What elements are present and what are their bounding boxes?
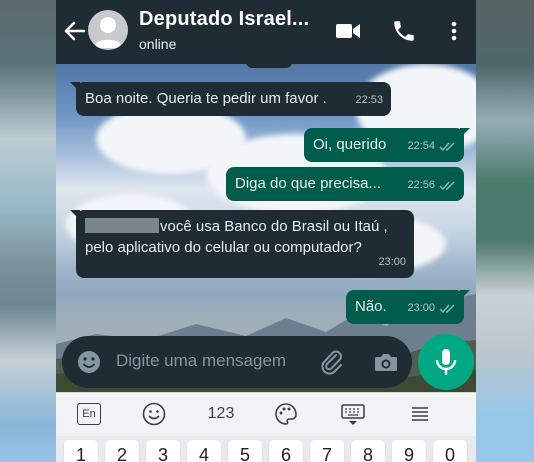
key-9[interactable]: 9 (392, 440, 426, 462)
message-text-line1: você usa Banco do Brasil ou Itaú , (160, 218, 388, 235)
emoji-keyboard-icon[interactable] (140, 401, 168, 427)
read-ticks-icon (439, 304, 455, 314)
message-bubble-incoming[interactable]: Boa noite. Queria te pedir um favor . 22… (70, 82, 391, 116)
key-2[interactable]: 2 (105, 440, 139, 462)
key-7[interactable]: 7 (310, 440, 344, 462)
palette-icon[interactable] (272, 401, 300, 427)
chat-header: Deputado Israel... online (56, 0, 476, 64)
message-input[interactable]: Digite uma mensagem (116, 351, 286, 371)
background-right (476, 0, 534, 462)
message-bubble-outgoing[interactable]: Diga do que precisa... 22:56 (226, 167, 464, 201)
keyboard-hide-icon[interactable] (338, 401, 368, 427)
language-key[interactable]: En (76, 401, 102, 427)
numbers-key[interactable]: 123 (204, 401, 238, 427)
read-ticks-icon (439, 142, 455, 152)
message-time: 23:00 (407, 302, 435, 314)
key-1[interactable]: 1 (64, 440, 98, 462)
video-call-icon[interactable] (334, 18, 362, 44)
message-text: Oi, querido (313, 136, 387, 153)
message-time: 23:00 (378, 256, 406, 268)
message-text: Diga do que precisa... (235, 175, 381, 192)
message-bubble-incoming[interactable]: você usa Banco do Brasil ou Itaú , pelo … (70, 210, 414, 278)
message-bubble-outgoing[interactable]: Não. 23:00 (346, 290, 470, 324)
contact-status: online (139, 36, 177, 52)
key-3[interactable]: 3 (146, 440, 180, 462)
attach-icon[interactable] (318, 348, 346, 381)
message-time: 22:54 (407, 140, 435, 152)
phone-screen: Deputado Israel... online Boa noite. Que… (56, 0, 476, 462)
keyboard-toolbar: En 123 (56, 392, 476, 436)
menu-icon[interactable] (408, 401, 432, 427)
background-left (0, 0, 56, 462)
avatar[interactable] (88, 10, 128, 50)
message-bubble-outgoing[interactable]: Oi, querido 22:54 (304, 128, 470, 162)
message-text-line2: pelo aplicativo do celular ou computador… (85, 239, 362, 256)
message-composer[interactable]: Digite uma mensagem (62, 336, 412, 388)
message-time: 22:53 (355, 94, 383, 106)
mic-button[interactable] (418, 334, 474, 390)
message-text: Não. (355, 298, 387, 315)
key-0[interactable]: 0 (433, 440, 467, 462)
message-text: Boa noite. Queria te pedir um favor . (85, 90, 327, 107)
contact-name[interactable]: Deputado Israel... (139, 8, 309, 31)
camera-icon[interactable] (372, 349, 400, 380)
emoji-icon[interactable] (76, 349, 102, 380)
key-8[interactable]: 8 (351, 440, 385, 462)
back-arrow-icon[interactable] (62, 14, 88, 48)
key-4[interactable]: 4 (187, 440, 221, 462)
key-6[interactable]: 6 (269, 440, 303, 462)
date-pill (246, 64, 292, 68)
voice-call-icon[interactable] (391, 18, 417, 44)
key-5[interactable]: 5 (228, 440, 262, 462)
more-options-icon[interactable] (444, 18, 464, 44)
message-time: 22:56 (407, 179, 435, 191)
redacted-name (85, 218, 159, 233)
keyboard-number-row: 1 2 3 4 5 6 7 8 9 0 (56, 436, 476, 462)
read-ticks-icon (439, 181, 455, 191)
mic-icon (435, 349, 457, 375)
